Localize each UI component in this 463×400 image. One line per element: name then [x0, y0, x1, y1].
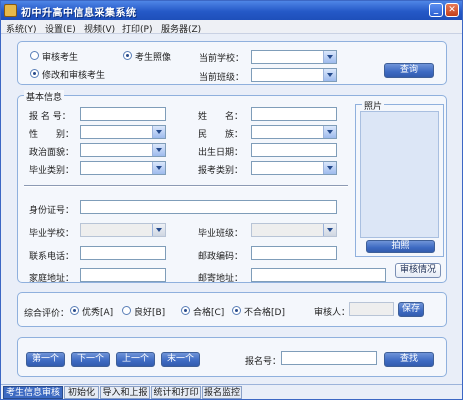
next-button[interactable]: 下一个 [71, 352, 110, 367]
tab-init[interactable]: 初始化 [64, 386, 99, 399]
phone-input[interactable] [80, 246, 166, 260]
school-select[interactable] [251, 50, 337, 64]
birthdate-input[interactable] [251, 143, 337, 157]
phone-label: 联系电话： [29, 252, 75, 262]
last-button[interactable]: 末一个 [161, 352, 200, 367]
mail-addr-label: 邮寄地址： [198, 274, 244, 284]
basic-info-legend: 基本信息 [24, 90, 65, 103]
chevron-down-icon[interactable] [152, 144, 165, 156]
radio-pass[interactable] [181, 306, 190, 315]
radio-fail-label: 不合格[D] [244, 308, 285, 318]
first-button[interactable]: 第一个 [26, 352, 65, 367]
shoot-button[interactable]: 拍照 [366, 240, 435, 253]
chevron-down-icon[interactable] [323, 69, 336, 81]
radio-review-student[interactable] [30, 51, 39, 60]
tab-student-review[interactable]: 考生信息审核 [3, 386, 63, 399]
radio-photo-student[interactable] [123, 51, 132, 60]
navigation-panel: 第一个 下一个 上一个 末一个 报名号： 查找 [17, 337, 447, 377]
chevron-down-icon[interactable] [323, 224, 336, 236]
bottom-tab-bar: 考生信息审核 初始化 导入和上报 统计和打印 报名监控 [1, 384, 462, 399]
gender-label: 性 别： [29, 130, 75, 140]
class-select[interactable] [251, 68, 337, 82]
menu-print[interactable]: 打印(P) [122, 22, 152, 35]
id-no-input[interactable] [80, 200, 337, 214]
menu-bar: 系统(Y) 设置(E) 视频(V) 打印(P) 服务器(Z) [1, 20, 462, 35]
id-no-label: 身份证号： [29, 206, 75, 216]
postcode-input[interactable] [251, 246, 337, 260]
search-button[interactable]: 查找 [384, 352, 434, 367]
evaluation-panel: 综合评价： 优秀[A] 良好[B] 合格[C] 不合格[D] 审核人： 保存 [17, 292, 447, 327]
name-input[interactable] [251, 107, 337, 121]
radio-pass-label: 合格[C] [193, 308, 225, 318]
exam-no-search-input[interactable] [281, 351, 377, 365]
grad-type-label: 毕业类别： [29, 166, 75, 176]
chevron-down-icon[interactable] [323, 162, 336, 174]
grad-class-select[interactable] [251, 223, 337, 237]
title-bar[interactable]: 初中升高中信息采集系统 _ ✕ [1, 1, 462, 20]
basic-info-panel: 基本信息 报 名 号： 姓 名： 性 别： 民 族： 政治面貌： 出生日期： 毕… [17, 90, 447, 284]
search-label: 报名号： [245, 357, 282, 367]
query-button[interactable]: 查询 [384, 63, 434, 78]
mail-addr-input[interactable] [251, 268, 386, 282]
school-label: 当前学校： [199, 54, 245, 64]
ethnicity-select[interactable] [251, 125, 337, 139]
radio-review-student-label: 审核考生 [42, 53, 79, 63]
radio-excellent-label: 优秀[A] [82, 308, 114, 318]
ethnicity-label: 民 族： [198, 130, 244, 140]
grad-school-select[interactable] [80, 223, 166, 237]
exam-no-label: 报 名 号： [29, 112, 71, 122]
chevron-down-icon[interactable] [152, 162, 165, 174]
politics-label: 政治面貌： [29, 148, 75, 158]
prev-button[interactable]: 上一个 [116, 352, 155, 367]
class-label: 当前班级： [199, 73, 245, 83]
postcode-label: 邮政编码： [198, 252, 244, 262]
exam-type-select[interactable] [251, 161, 337, 175]
politics-select[interactable] [80, 143, 166, 157]
close-button[interactable]: ✕ [445, 3, 459, 17]
radio-edit-review-label: 修改和审核考生 [42, 71, 106, 81]
reviewer-label: 审核人： [314, 308, 351, 318]
name-label: 姓 名： [198, 112, 244, 122]
tab-import-report[interactable]: 导入和上报 [100, 386, 150, 399]
evaluation-label: 综合评价： [24, 309, 70, 319]
minimize-button[interactable]: _ [429, 3, 443, 17]
save-button[interactable]: 保存 [398, 302, 424, 317]
grad-school-label: 毕业学校： [29, 229, 75, 239]
menu-system[interactable]: 系统(Y) [6, 22, 37, 35]
main-window: 初中升高中信息采集系统 _ ✕ 系统(Y) 设置(E) 视频(V) 打印(P) … [0, 0, 463, 400]
menu-video[interactable]: 视频(V) [84, 22, 115, 35]
chevron-down-icon[interactable] [323, 51, 336, 63]
review-status-button[interactable]: 审核情况 [395, 263, 441, 278]
radio-edit-review[interactable] [30, 69, 39, 78]
tab-monitor[interactable]: 报名监控 [202, 386, 242, 399]
window-title: 初中升高中信息采集系统 [21, 8, 137, 19]
chevron-down-icon[interactable] [152, 126, 165, 138]
radio-good[interactable] [122, 306, 131, 315]
home-addr-input[interactable] [80, 268, 166, 282]
radio-good-label: 良好[B] [134, 308, 166, 318]
gender-select[interactable] [80, 125, 166, 139]
grad-class-label: 毕业班级： [198, 229, 244, 239]
chevron-down-icon[interactable] [152, 224, 165, 236]
home-addr-label: 家庭地址： [29, 274, 75, 284]
app-icon [4, 4, 17, 17]
birthdate-label: 出生日期： [198, 148, 244, 158]
reviewer-input[interactable] [349, 302, 394, 316]
chevron-down-icon[interactable] [323, 126, 336, 138]
mode-panel: 审核考生 考生照像 修改和审核考生 当前学校： 当前班级： 查询 [17, 41, 447, 85]
photo-frame: 照片 拍照 [355, 99, 444, 257]
tab-stats-print[interactable]: 统计和打印 [151, 386, 201, 399]
radio-fail[interactable] [232, 306, 241, 315]
exam-type-label: 报考类别： [198, 166, 244, 176]
menu-settings[interactable]: 设置(E) [45, 22, 76, 35]
section-divider [24, 185, 348, 187]
exam-no-input[interactable] [80, 107, 166, 121]
radio-excellent[interactable] [70, 306, 79, 315]
grad-type-select[interactable] [80, 161, 166, 175]
radio-photo-student-label: 考生照像 [135, 53, 172, 63]
menu-server[interactable]: 服务器(Z) [161, 22, 201, 35]
photo-placeholder [360, 111, 439, 238]
